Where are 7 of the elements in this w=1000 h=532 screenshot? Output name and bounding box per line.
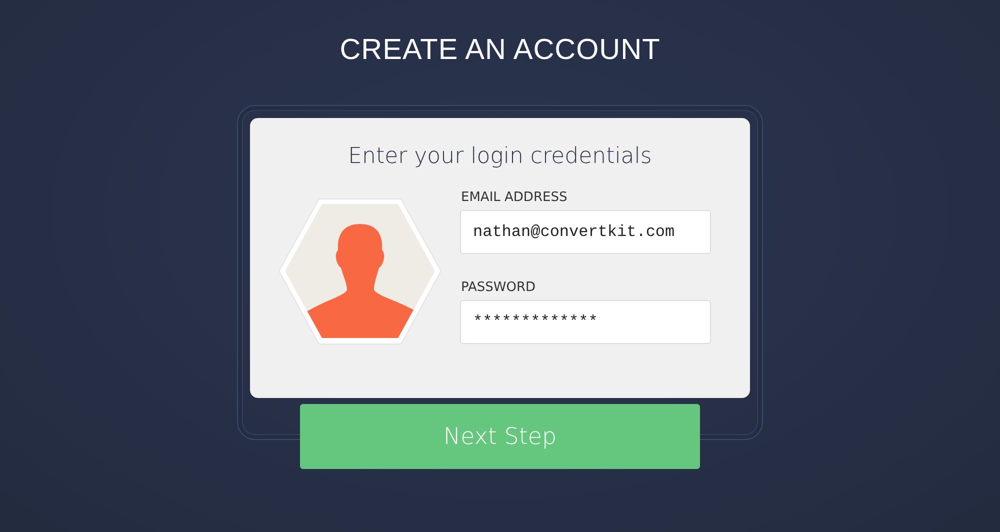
avatar-icon	[278, 198, 442, 345]
card-heading: Enter your login credentials	[348, 144, 652, 169]
page-title: CREATE AN ACCOUNT	[340, 34, 660, 68]
field-label: PASSWORD	[461, 280, 537, 295]
input-field[interactable]: nathan@convertkit.com	[460, 210, 711, 254]
field-label: EMAIL ADDRESS	[461, 190, 568, 205]
input-field[interactable]: *************	[460, 300, 711, 344]
